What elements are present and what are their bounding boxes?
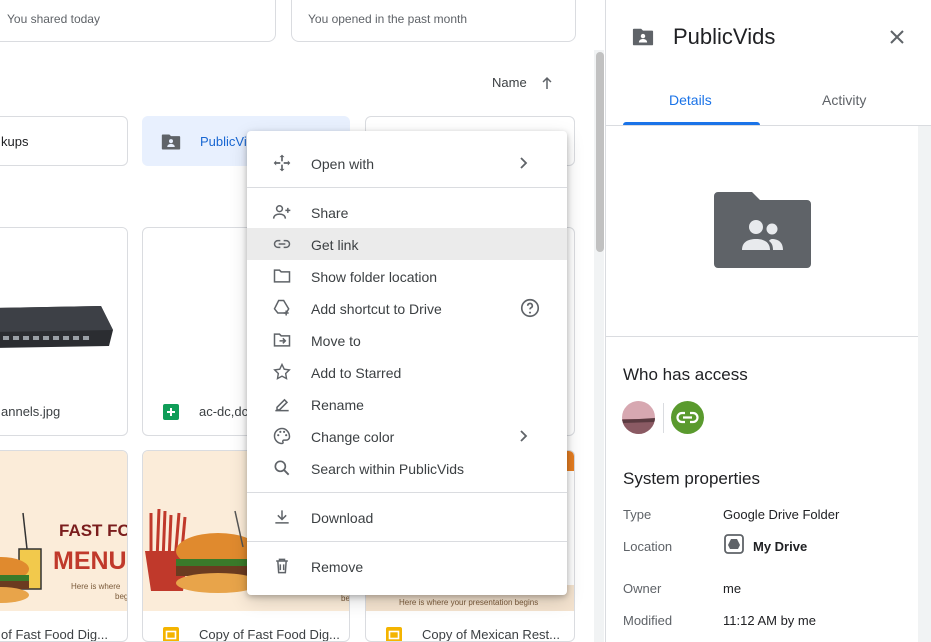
prop-value-type: Google Drive Folder — [723, 507, 840, 522]
menu-item-show-folder-location[interactable]: Show folder location — [247, 260, 567, 292]
avatar[interactable] — [622, 401, 655, 434]
download-icon — [275, 510, 289, 524]
prop-label-type: Type — [623, 507, 652, 522]
menu-item-label: Add shortcut to Drive — [311, 301, 442, 317]
file-card[interactable]: annels.jpg — [0, 227, 128, 436]
pencil-icon — [275, 398, 289, 412]
context-menu: Open with Share Get link Show folder loc… — [247, 131, 567, 595]
drive-icon — [724, 534, 744, 554]
folder-preview — [606, 126, 918, 337]
menu-item-change-color[interactable]: Change color — [247, 420, 567, 452]
menu-item-remove[interactable]: Remove — [247, 550, 567, 582]
folder-name: kups — [1, 134, 29, 149]
search-icon — [274, 460, 290, 476]
menu-item-share[interactable]: Share — [247, 196, 567, 228]
prop-value-location[interactable]: My Drive — [753, 539, 807, 554]
star-icon — [273, 362, 291, 380]
quick-access-subtitle: You opened in the past month — [308, 12, 468, 26]
thumb-title: FAST FOO — [59, 521, 128, 540]
tab-activity[interactable]: Activity — [822, 92, 866, 108]
scrollbar-thumb[interactable] — [596, 52, 604, 252]
menu-divider — [247, 492, 567, 493]
menu-item-label: Search within PublicVids — [311, 461, 465, 477]
system-properties-heading: System properties — [623, 469, 760, 488]
sort-label[interactable]: Name — [492, 75, 527, 90]
quick-access-card[interactable]: You shared today — [0, 0, 276, 42]
thumb-caption: beg — [115, 592, 128, 601]
prop-label-location: Location — [623, 539, 673, 554]
menu-item-label: Download — [311, 510, 374, 526]
menu-item-label: Show folder location — [311, 269, 438, 285]
shared-folder-icon — [632, 28, 654, 46]
file-name: Copy of Fast Food Dig... — [199, 627, 340, 642]
link-icon — [273, 239, 291, 249]
quick-access-card[interactable]: You opened in the past month — [291, 0, 576, 42]
file-thumbnail — [0, 228, 127, 398]
thumb-caption: Here is where — [71, 582, 121, 591]
prop-value-owner: me — [723, 581, 742, 596]
menu-item-label: Open with — [311, 156, 375, 172]
menu-item-add-to-starred[interactable]: Add to Starred — [247, 356, 567, 388]
shared-folder-icon — [161, 134, 181, 150]
menu-item-open-with[interactable]: Open with — [247, 147, 567, 179]
menu-divider — [247, 541, 567, 542]
panel-title: PublicVids — [673, 24, 776, 49]
palette-icon — [273, 427, 291, 445]
details-panel: PublicVids Details Activity Who has acce… — [605, 0, 931, 642]
thumb-caption: Here is where your presentation begins — [399, 598, 538, 607]
file-card[interactable]: FAST FOO MENU Here is where beg of Fast … — [0, 450, 128, 642]
move-to-folder-icon — [273, 333, 291, 347]
thumb-menu: MENU — [53, 547, 127, 575]
menu-item-add-shortcut[interactable]: Add shortcut to Drive — [247, 292, 567, 324]
slides-icon — [163, 627, 179, 641]
shared-folder-large-icon — [714, 192, 811, 268]
drive-shortcut-icon — [273, 299, 290, 316]
file-name: of Fast Food Dig... — [1, 627, 108, 642]
prop-value-modified: 11:12 AM by me — [723, 613, 816, 628]
menu-item-download[interactable]: Download — [247, 501, 567, 533]
file-thumbnail: FAST FOO MENU Here is where beg — [0, 451, 128, 611]
slides-icon — [386, 627, 402, 641]
trash-icon — [276, 558, 288, 574]
menu-item-get-link[interactable]: Get link — [247, 228, 567, 260]
file-name: Copy of Mexican Rest... — [422, 627, 560, 642]
menu-item-label: Add to Starred — [311, 365, 402, 381]
quick-access-subtitle: You shared today — [7, 12, 100, 26]
close-icon[interactable] — [888, 28, 906, 46]
menu-item-label: Rename — [311, 397, 364, 413]
thumb-caption: be — [341, 594, 350, 603]
menu-item-label: Remove — [311, 559, 364, 575]
folder-name: PublicVi — [200, 134, 247, 149]
chevron-right-icon — [520, 157, 528, 169]
chevron-right-icon — [520, 430, 528, 442]
help-icon[interactable] — [519, 297, 541, 319]
menu-item-label: Move to — [311, 333, 361, 349]
menu-item-label: Change color — [311, 429, 395, 445]
folder-icon — [273, 269, 291, 283]
prop-label-owner: Owner — [623, 581, 662, 596]
arrow-up-icon[interactable] — [538, 74, 556, 92]
prop-label-modified: Modified — [623, 613, 673, 628]
add-person-icon — [272, 205, 291, 219]
access-divider — [663, 403, 664, 433]
menu-item-move-to[interactable]: Move to — [247, 324, 567, 356]
folder-card[interactable]: kups — [0, 116, 128, 166]
menu-item-label: Share — [311, 205, 349, 221]
panel-scrollbar[interactable] — [918, 126, 931, 642]
move-arrows-icon — [273, 154, 291, 172]
tab-details[interactable]: Details — [669, 92, 712, 108]
sheets-icon — [163, 404, 179, 420]
menu-item-rename[interactable]: Rename — [247, 388, 567, 420]
menu-divider — [247, 187, 567, 188]
file-name: ac-dc,dc — [199, 404, 249, 419]
menu-item-search-within[interactable]: Search within PublicVids — [247, 452, 567, 484]
who-has-access-heading: Who has access — [623, 365, 748, 384]
file-name: annels.jpg — [1, 404, 61, 419]
link-access-icon[interactable] — [671, 401, 704, 434]
menu-item-label: Get link — [311, 237, 359, 253]
